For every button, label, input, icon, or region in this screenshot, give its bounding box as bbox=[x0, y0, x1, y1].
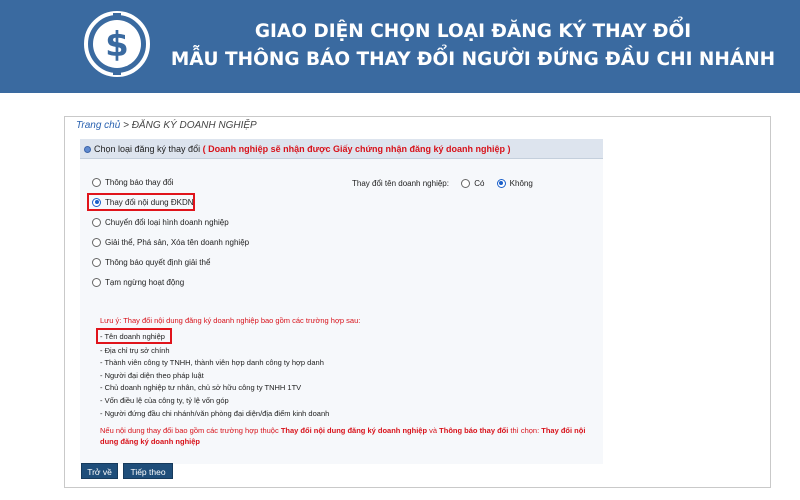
radio-selected-icon[interactable] bbox=[496, 178, 506, 188]
warning-emphasis: Thông báo thay đổi bbox=[439, 426, 509, 435]
note-item: - Chủ doanh nghiệp tư nhân, chủ sở hữu c… bbox=[100, 383, 302, 392]
radio-icon[interactable] bbox=[92, 217, 101, 227]
option-label: Thông báo thay đổi bbox=[105, 178, 174, 187]
banner-title: GIAO DIỆN CHỌN LOẠI ĐĂNG KÝ THAY ĐỔI MẪU… bbox=[160, 18, 786, 74]
panel-title-note: ( Doanh nghiệp sẽ nhận được Giấy chứng n… bbox=[202, 144, 511, 154]
highlight-box-note bbox=[96, 328, 172, 344]
radio-icon[interactable] bbox=[461, 178, 471, 188]
option-giai-the-pha-san[interactable]: Giải thể, Phá sản, Xóa tên doanh nghiệp bbox=[92, 237, 249, 249]
banner-title-line-2: MẪU THÔNG BÁO THAY ĐỔI NGƯỜI ĐỨNG ĐẦU CH… bbox=[170, 49, 776, 70]
option-thong-bao-thay-doi[interactable]: Thông báo thay đổi bbox=[92, 177, 174, 189]
warning-text: Nếu nội dung thay đổi bao gồm các trường… bbox=[100, 425, 600, 447]
banner-title-line-1: GIAO DIỆN CHỌN LOẠI ĐĂNG KÝ THAY ĐỔI bbox=[254, 21, 692, 42]
note-item: - Người đứng đầu chi nhánh/văn phòng đại… bbox=[100, 409, 330, 418]
name-change-label: Thay đổi tên doanh nghiệp: bbox=[352, 179, 449, 188]
breadcrumb: Trang chủ > ĐĂNG KÝ DOANH NGHIỆP bbox=[76, 120, 257, 131]
warning-part: và bbox=[427, 426, 440, 435]
note-item: - Thành viên công ty TNHH, thành viên hợ… bbox=[100, 358, 324, 367]
note-item: - Người đại diện theo pháp luật bbox=[100, 371, 204, 380]
header-banner: $ GIAO DIỆN CHỌN LOẠI ĐĂNG KÝ THAY ĐỔI M… bbox=[0, 0, 800, 93]
option-thong-bao-quyet-dinh-giai-the[interactable]: Thông báo quyết định giải thể bbox=[92, 257, 210, 269]
option-label: Giải thể, Phá sản, Xóa tên doanh nghiệp bbox=[105, 238, 250, 247]
back-button[interactable]: Trở về bbox=[81, 463, 118, 479]
option-chuyen-doi-loai-hinh[interactable]: Chuyển đổi loại hình doanh nghiệp bbox=[92, 217, 229, 229]
note-item: - Địa chỉ trụ sở chính bbox=[100, 346, 170, 355]
radio-icon[interactable] bbox=[92, 277, 101, 287]
warning-part: thì chọn: bbox=[508, 426, 542, 435]
option-tam-ngung-hoat-dong[interactable]: Tạm ngừng hoạt động bbox=[92, 277, 184, 289]
name-change-yes-label: Có bbox=[474, 179, 485, 188]
bullet-icon bbox=[84, 145, 91, 153]
breadcrumb-home-link[interactable]: Trang chủ bbox=[76, 120, 120, 131]
radio-icon[interactable] bbox=[92, 237, 101, 247]
name-change-yes[interactable]: Có bbox=[461, 178, 485, 188]
dollar-coin-icon: $ bbox=[84, 11, 150, 77]
name-change-no-label: Không bbox=[509, 179, 533, 188]
svg-text:$: $ bbox=[105, 25, 129, 65]
breadcrumb-separator: > bbox=[120, 120, 132, 131]
note-intro: Lưu ý: Thay đổi nội dung đăng ký doanh n… bbox=[100, 316, 361, 325]
name-change-question: Thay đổi tên doanh nghiệp: Có Không bbox=[352, 178, 533, 190]
radio-icon[interactable] bbox=[92, 257, 101, 267]
highlight-box-option bbox=[87, 193, 195, 211]
breadcrumb-current: ĐĂNG KÝ DOANH NGHIỆP bbox=[131, 120, 257, 131]
warning-part: Nếu nội dung thay đổi bao gồm các trường… bbox=[100, 426, 281, 435]
option-label: Chuyển đổi loại hình doanh nghiệp bbox=[105, 218, 229, 227]
warning-emphasis: Thay đổi nội dung đăng ký doanh nghiệp bbox=[280, 426, 428, 435]
note-item: - Vốn điều lệ của công ty, tỷ lệ vốn góp bbox=[100, 396, 229, 405]
panel-title: Chọn loại đăng ký thay đổi bbox=[94, 144, 201, 154]
option-label: Tạm ngừng hoạt động bbox=[105, 278, 185, 287]
option-label: Thông báo quyết định giải thể bbox=[105, 258, 211, 267]
radio-icon[interactable] bbox=[92, 177, 101, 187]
next-button[interactable]: Tiếp theo bbox=[123, 463, 173, 479]
name-change-no[interactable]: Không bbox=[496, 178, 533, 188]
panel-header: Chọn loại đăng ký thay đổi ( Doanh nghiệ… bbox=[80, 139, 603, 159]
